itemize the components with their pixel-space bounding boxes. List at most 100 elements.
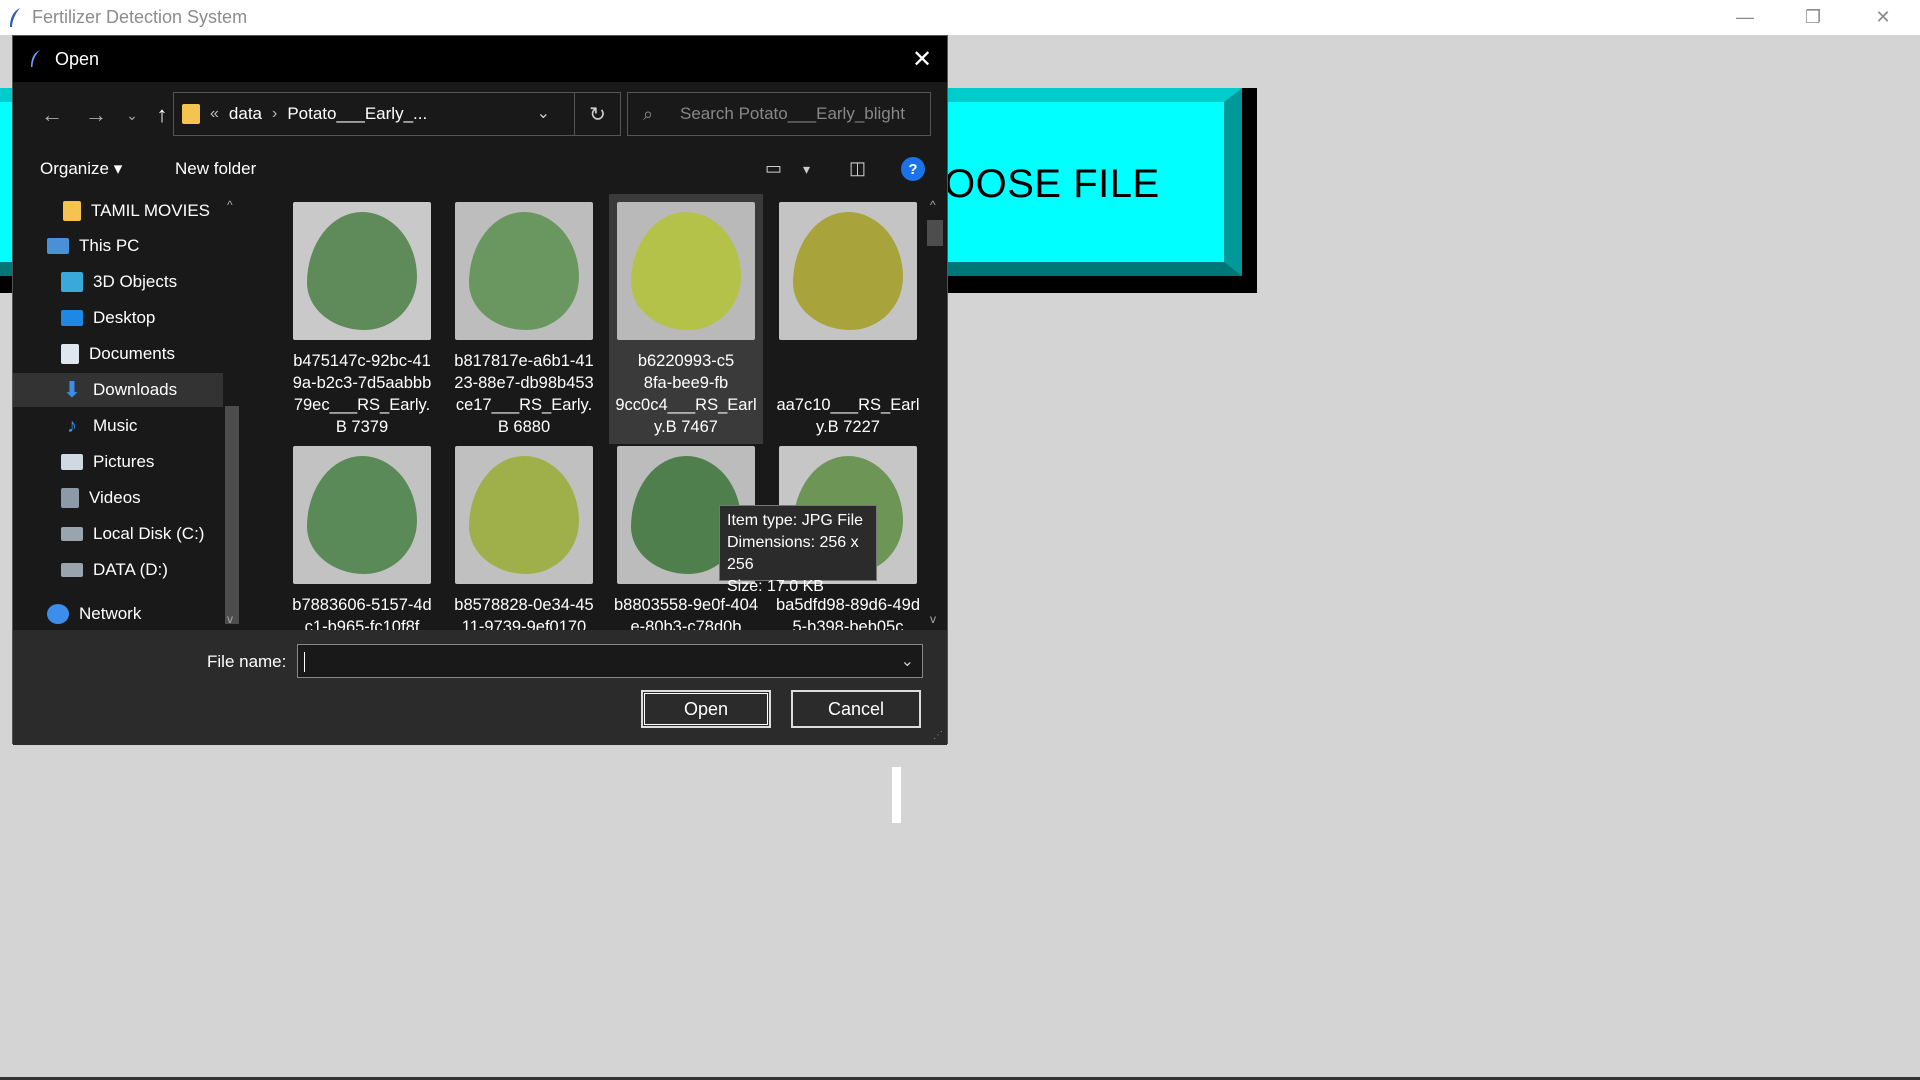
- file-item[interactable]: b8578828-0e34-4511-9739-9ef0170: [447, 438, 601, 630]
- nav-item-network[interactable]: Network: [13, 604, 223, 630]
- chevron-down-icon[interactable]: ⌄: [901, 651, 914, 671]
- leaf-image: [469, 456, 579, 574]
- minimize-button[interactable]: —: [1710, 0, 1780, 35]
- nav-label: Music: [93, 416, 138, 435]
- nav-label: Documents: [89, 344, 175, 363]
- nav-item-downloads[interactable]: ⬇ Downloads: [13, 373, 223, 407]
- file-thumbnail: [455, 202, 593, 340]
- file-item-selected[interactable]: b6220993-c5 8fa-bee9-fb 9cc0c4___RS_Earl…: [609, 194, 763, 444]
- app-titlebar: Fertilizer Detection System — ❐ ✕: [0, 0, 1920, 35]
- folder-icon: [63, 201, 81, 221]
- folder-icon: [182, 104, 200, 124]
- open-button[interactable]: Open: [641, 690, 771, 728]
- file-thumbnail: [293, 446, 431, 584]
- address-dropdown-icon[interactable]: ⌄: [537, 103, 550, 123]
- videos-icon: [61, 488, 79, 508]
- scroll-down-icon[interactable]: v: [227, 612, 233, 626]
- navigation-bar: ← → ⌄ ↑ « data › Potato___Early_... ⌄ ↻ …: [13, 82, 947, 146]
- nav-item-desktop[interactable]: Desktop: [13, 301, 223, 335]
- pc-icon: [47, 238, 69, 254]
- nav-label: Downloads: [93, 380, 178, 399]
- desktop-icon: [61, 310, 83, 326]
- file-tooltip: Item type: JPG File Dimensions: 256 x 25…: [719, 505, 877, 595]
- disk-icon: [61, 527, 83, 541]
- cancel-button[interactable]: Cancel: [791, 690, 921, 728]
- dialog-titlebar: Open ✕: [13, 36, 947, 82]
- scroll-up-icon[interactable]: ^: [930, 198, 936, 212]
- file-item[interactable]: b7883606-5157-4dc1-b965-fc10f8f: [285, 438, 439, 630]
- file-name: b8803558-9e0f-404e-80b3-c78d0b: [613, 596, 759, 630]
- music-icon: ♪: [67, 415, 77, 437]
- overflow-icon[interactable]: «: [210, 105, 219, 123]
- forward-icon[interactable]: →: [81, 100, 111, 130]
- file-thumbnail: [617, 202, 755, 340]
- nav-item-data-d[interactable]: DATA (D:): [13, 553, 223, 587]
- breadcrumb-separator: ›: [272, 105, 278, 122]
- dialog-title: Open: [55, 48, 100, 69]
- progress-indicator: [892, 767, 901, 823]
- nav-item-music[interactable]: ♪ Music: [13, 409, 223, 443]
- leaf-image: [469, 212, 579, 330]
- nav-item-pictures[interactable]: Pictures: [13, 445, 223, 479]
- breadcrumb-data[interactable]: data: [229, 104, 262, 124]
- breadcrumb-current[interactable]: Potato___Early_...: [287, 104, 427, 124]
- back-icon[interactable]: ←: [37, 100, 67, 130]
- recent-locations-icon[interactable]: ⌄: [117, 100, 147, 130]
- scroll-down-icon[interactable]: v: [930, 612, 936, 626]
- leaf-image: [307, 212, 417, 330]
- nav-label: This PC: [79, 236, 140, 255]
- file-item[interactable]: b475147c-92bc-419a-b2c3-7d5aabbb79ec___R…: [285, 194, 439, 444]
- documents-icon: [61, 344, 79, 364]
- file-name: b7883606-5157-4dc1-b965-fc10f8f: [292, 596, 432, 630]
- app-title: Fertilizer Detection System: [32, 7, 248, 27]
- file-item[interactable]: b817817e-a6b1-4123-88e7-db98b453ce17___R…: [447, 194, 601, 444]
- nav-item-videos[interactable]: Videos: [13, 481, 223, 515]
- nav-item-3d-objects[interactable]: 3D Objects: [13, 265, 223, 299]
- nav-item-documents[interactable]: Documents: [13, 337, 223, 371]
- open-dialog: Open ✕ ← → ⌄ ↑ « data › Potato___Early_.…: [12, 35, 948, 745]
- file-name: b475147c-92bc-419a-b2c3-7d5aabbb79ec___R…: [292, 352, 432, 436]
- file-name-line: 8fa-bee9-fb: [643, 374, 729, 392]
- nav-label: DATA (D:): [93, 560, 168, 579]
- help-icon[interactable]: ?: [901, 157, 925, 181]
- organize-button[interactable]: Organize ▾: [40, 159, 122, 179]
- file-thumbnail: [455, 446, 593, 584]
- restore-button[interactable]: ❐: [1778, 0, 1848, 35]
- file-name: ba5dfd98-89d6-49d5-b398-beb05c: [775, 596, 921, 630]
- leaf-image: [307, 456, 417, 574]
- disk-icon: [61, 563, 83, 577]
- file-thumbnail: [779, 202, 917, 340]
- search-placeholder: Search Potato___Early_blight: [680, 104, 905, 123]
- file-name: b8578828-0e34-4511-9739-9ef0170: [454, 596, 594, 630]
- scroll-up-icon[interactable]: ^: [227, 198, 233, 212]
- resize-grip-icon[interactable]: ⋰: [933, 730, 943, 741]
- refresh-icon[interactable]: ↻: [574, 93, 620, 135]
- nav-item-tamil-movies[interactable]: TAMIL MOVIES: [13, 194, 223, 228]
- dialog-close-icon[interactable]: ✕: [905, 42, 939, 76]
- view-icon[interactable]: ▭: [765, 158, 782, 179]
- file-list-scroll-thumb[interactable]: [927, 220, 943, 246]
- view-dropdown-icon[interactable]: ▾: [803, 161, 810, 178]
- nav-label: Desktop: [93, 308, 156, 327]
- close-button[interactable]: ✕: [1848, 0, 1918, 35]
- nav-scroll-thumb[interactable]: [225, 406, 239, 624]
- file-name-input[interactable]: ⌄: [297, 644, 923, 678]
- preview-pane-icon[interactable]: ◫: [849, 158, 866, 179]
- file-name-line: b6220993-c5: [637, 352, 735, 370]
- text-caret: [304, 652, 305, 672]
- nav-label: Pictures: [93, 452, 155, 471]
- nav-item-this-pc[interactable]: This PC: [13, 229, 223, 263]
- file-item[interactable]: aa7c10___RS_Earl y.B 7227: [771, 194, 923, 444]
- file-name-line: y.B 7227: [816, 418, 880, 436]
- tooltip-type: Item type: JPG File: [727, 512, 864, 529]
- file-list-scrollbar[interactable]: [923, 194, 947, 630]
- search-box[interactable]: ⌕ Search Potato___Early_blight: [627, 92, 931, 136]
- feather-icon: [10, 7, 20, 27]
- new-folder-button[interactable]: New folder: [175, 159, 256, 179]
- file-name: b6220993-c5 8fa-bee9-fb 9cc0c4___RS_Earl…: [609, 350, 763, 438]
- address-bar[interactable]: « data › Potato___Early_... ⌄ ↻: [173, 92, 621, 136]
- file-name-line: aa7c10___RS_Earl: [776, 396, 920, 414]
- nav-item-local-disk-c[interactable]: Local Disk (C:): [13, 517, 223, 551]
- dialog-footer: File name: ⌄ Open Cancel ⋰: [13, 630, 947, 745]
- tooltip-size: Size: 17.0 KB: [727, 578, 824, 595]
